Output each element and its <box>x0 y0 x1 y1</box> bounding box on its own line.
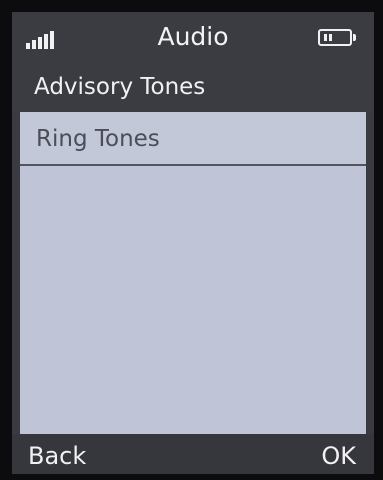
menu-item-advisory-tones[interactable]: Advisory Tones <box>12 62 374 112</box>
phone-screen: Audio Advisory Tones Ring Tones Back OK <box>12 12 374 474</box>
softkey-bar: Back OK <box>12 434 374 474</box>
menu-item-ring-tones[interactable]: Ring Tones <box>20 112 366 166</box>
ok-softkey[interactable]: OK <box>321 434 356 474</box>
menu-item-label: Ring Tones <box>36 126 160 152</box>
back-softkey[interactable]: Back <box>28 434 86 474</box>
status-bar: Audio <box>12 12 374 62</box>
menu-item-label: Advisory Tones <box>34 74 206 100</box>
menu-list: Ring Tones <box>20 112 366 434</box>
phone-bezel: Audio Advisory Tones Ring Tones Back OK <box>0 0 383 480</box>
battery-icon <box>318 29 356 46</box>
